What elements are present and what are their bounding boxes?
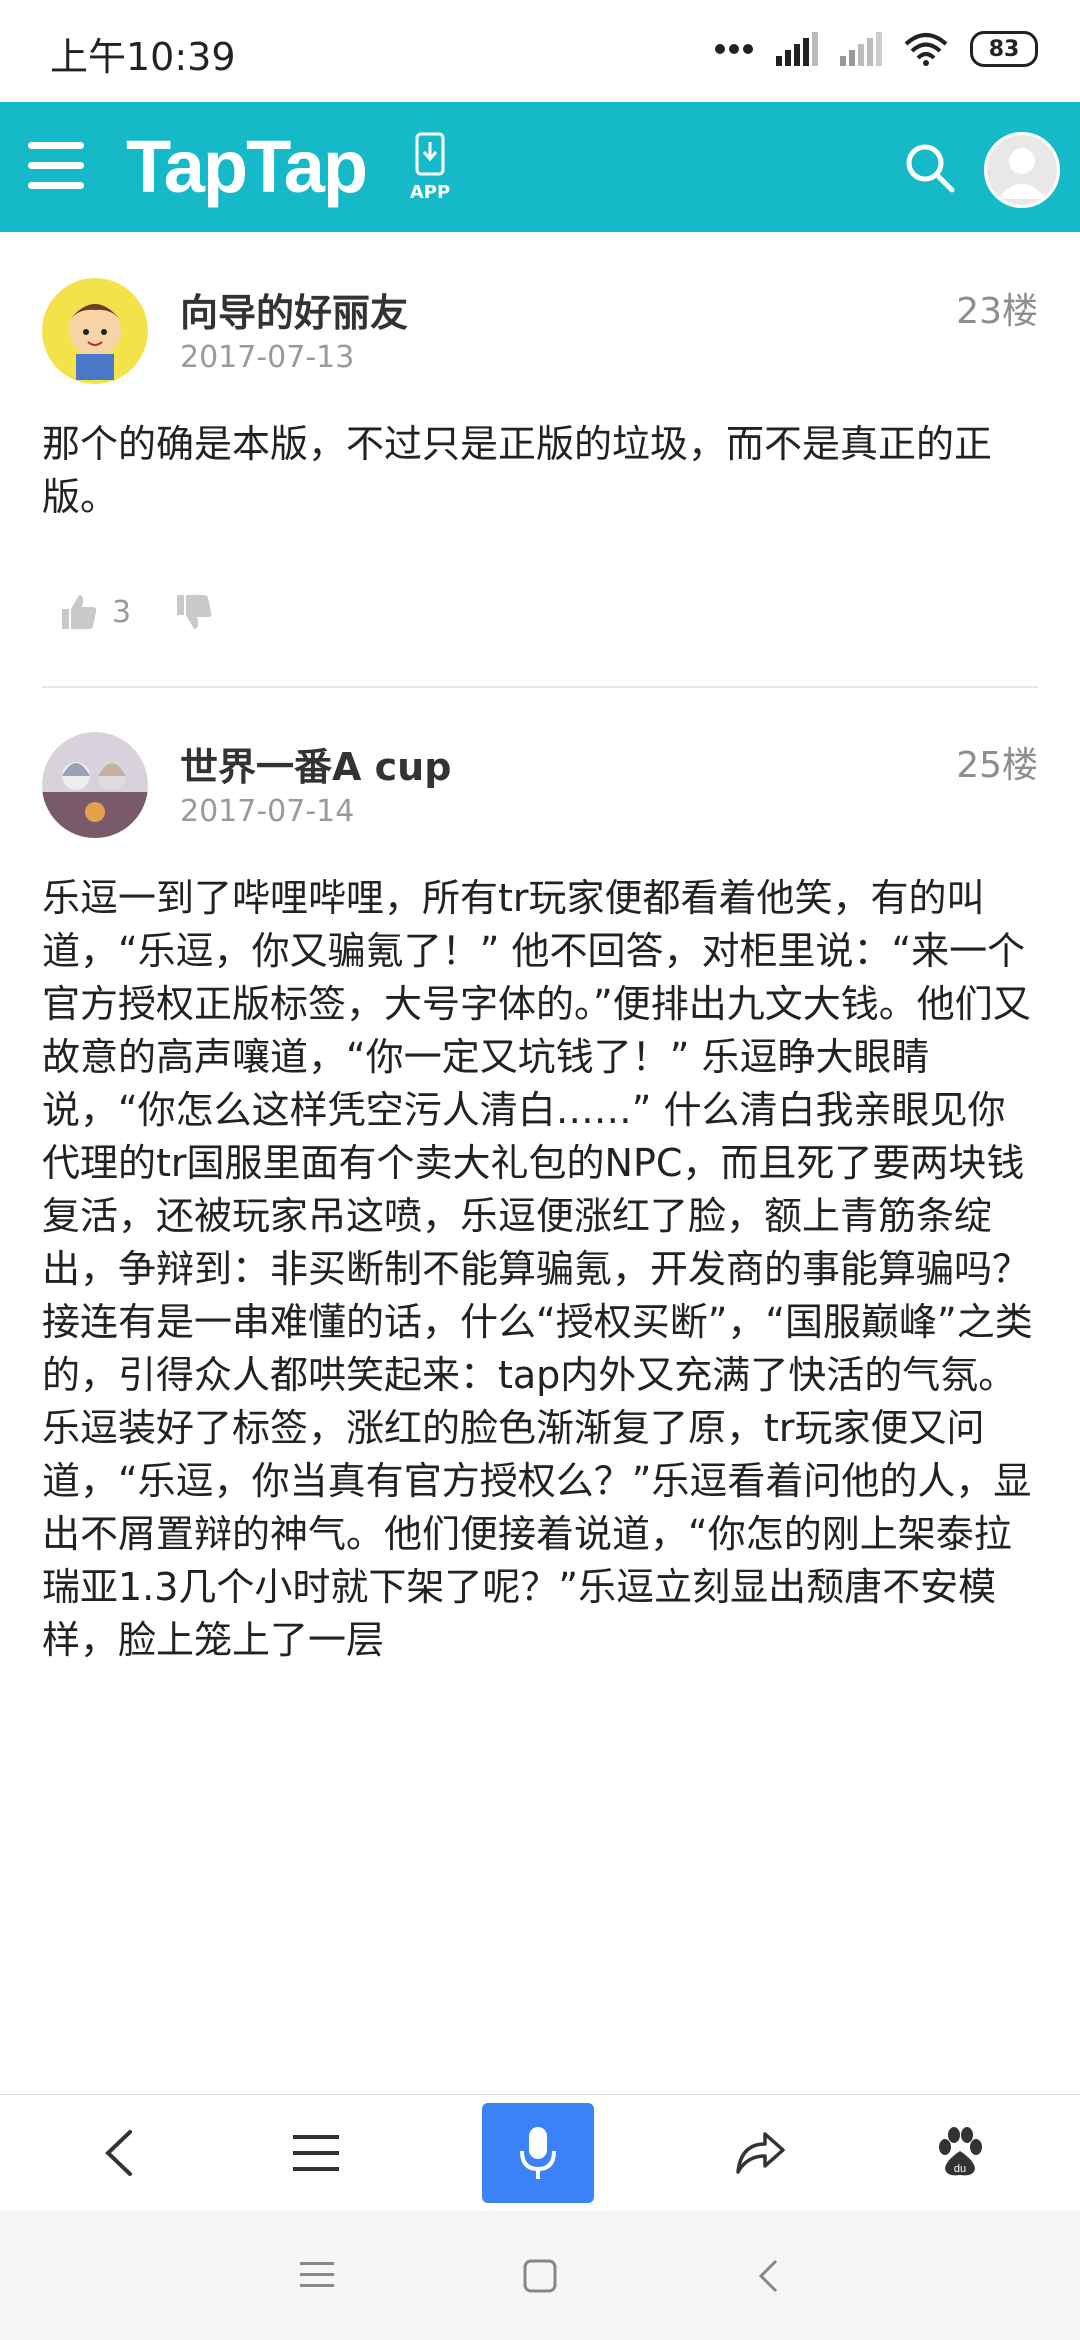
floor-number: 25楼 xyxy=(956,745,1038,786)
taptap-logo[interactable]: TapTap xyxy=(126,124,368,209)
signal-icon xyxy=(776,32,818,66)
battery-icon: 83 xyxy=(970,31,1038,67)
phone-download-icon xyxy=(415,132,445,176)
battery-level: 83 xyxy=(988,36,1020,62)
comment-post: 世界一番A cup 2017-07-14 25楼 乐逗一到了哔哩哔哩，所有tr玩… xyxy=(42,732,1038,2092)
avatar[interactable] xyxy=(42,732,148,838)
voice-search-button[interactable] xyxy=(482,2103,594,2203)
back-button[interactable] xyxy=(60,2095,180,2211)
username[interactable]: 向导的好丽友 xyxy=(180,282,408,337)
signal-icon xyxy=(840,32,882,66)
home-icon[interactable] xyxy=(522,2258,558,2294)
divider xyxy=(42,686,1038,688)
share-button[interactable] xyxy=(700,2095,820,2211)
floor-number: 23楼 xyxy=(956,291,1038,332)
app-download-button[interactable]: APP xyxy=(408,132,452,208)
microphone-icon xyxy=(520,2127,556,2179)
like-count: 3 xyxy=(112,594,132,630)
system-nav-bar xyxy=(0,2210,1080,2340)
post-content: 乐逗一到了哔哩哔哩，所有tr玩家便都看着他笑，有的叫道，“乐逗，你又骗氪了！” … xyxy=(42,876,1033,1662)
vote-actions: 3 xyxy=(60,593,213,631)
thumbs-up-icon[interactable] xyxy=(60,593,98,631)
baidu-paw-icon: du xyxy=(939,2127,982,2176)
svg-text:du: du xyxy=(954,2163,966,2175)
post-content: 那个的确是本版，不过只是正版的垃圾，而不是真正的正版。 xyxy=(42,422,993,519)
menu-icon[interactable] xyxy=(28,142,84,192)
thumbs-down-icon[interactable] xyxy=(175,593,213,631)
recents-icon[interactable] xyxy=(300,2260,334,2290)
back-nav-icon[interactable] xyxy=(756,2258,780,2294)
status-time: 上午10:39 xyxy=(50,35,236,79)
baidu-button[interactable]: du xyxy=(900,2095,1020,2211)
share-icon xyxy=(736,2132,785,2174)
comment-post: 向导的好丽友 2017-07-13 23楼 那个的确是本版，不过只是正版的垃圾，… xyxy=(42,278,1038,648)
status-icons: 83 xyxy=(714,26,1038,72)
avatar[interactable] xyxy=(42,278,148,384)
more-dots-icon xyxy=(715,44,753,54)
search-icon[interactable] xyxy=(900,138,960,198)
username[interactable]: 世界一番A cup xyxy=(180,736,451,791)
menu-icon xyxy=(293,2135,339,2171)
app-header: TapTap APP xyxy=(0,102,1080,232)
status-bar: 上午10:39 83 xyxy=(0,0,1080,100)
app-label: APP xyxy=(409,182,451,203)
user-icon xyxy=(997,148,1047,199)
menu-button[interactable] xyxy=(256,2095,376,2211)
user-avatar-button[interactable] xyxy=(984,132,1060,208)
wifi-icon xyxy=(904,33,948,66)
back-icon xyxy=(105,2130,132,2176)
post-date: 2017-07-13 xyxy=(180,340,355,375)
browser-toolbar: du xyxy=(0,2094,1080,2211)
post-date: 2017-07-14 xyxy=(180,794,355,829)
